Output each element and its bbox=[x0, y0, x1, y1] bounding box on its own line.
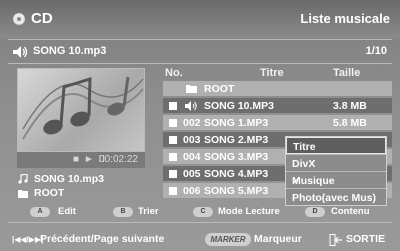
disc-icon bbox=[12, 12, 26, 26]
button-a-key[interactable]: A bbox=[30, 207, 50, 217]
header-title: CD bbox=[31, 10, 53, 27]
now-playing-bar: SONG 10.mp3 1/10 bbox=[0, 42, 400, 62]
row-number: 006 bbox=[183, 185, 201, 197]
divider bbox=[8, 63, 392, 64]
row-checkbox[interactable] bbox=[169, 119, 177, 127]
row-title: SONG 1.MP3 bbox=[204, 117, 269, 129]
row-title: SONG 4.MP3 bbox=[204, 168, 269, 180]
menu-item-photo[interactable]: Photo(avec Mus) bbox=[286, 188, 386, 205]
menu-item-label: Photo(avec Mus) bbox=[292, 192, 377, 204]
button-b-key[interactable]: B bbox=[113, 207, 133, 217]
track-info-folder-name: ROOT bbox=[34, 187, 65, 199]
button-d-label: Contenu bbox=[331, 206, 370, 217]
track-info-song: SONG 10.mp3 bbox=[18, 172, 104, 186]
list-item-root[interactable]: ROOT bbox=[163, 81, 392, 96]
menu-item-divx[interactable]: DivX bbox=[286, 154, 386, 171]
screen: CD Liste musicale SONG 10.mp3 1/10 ■ ► I… bbox=[0, 0, 400, 251]
nav-hint: Précédent/Page suivante bbox=[40, 233, 165, 245]
list-title: Liste musicale bbox=[300, 11, 390, 26]
row-title: SONG 5.MP3 bbox=[204, 185, 269, 197]
table-row[interactable]: 002 SONG 1.MP3 5.8 MB bbox=[163, 115, 392, 130]
list-header: No. Titre Taille bbox=[163, 67, 392, 79]
track-count: 1/10 bbox=[365, 45, 387, 57]
row-size: 3.8 MB bbox=[333, 100, 367, 112]
elapsed-time: 00:02:22 bbox=[99, 154, 138, 165]
header: CD Liste musicale bbox=[0, 0, 400, 38]
marker-label: Marqueur bbox=[254, 233, 302, 245]
button-a-label: Edit bbox=[58, 206, 76, 217]
color-button-bar: A Edit B Trier C Mode Lecture D Contenu bbox=[8, 206, 392, 219]
music-notes-image bbox=[22, 76, 144, 140]
speaker-icon bbox=[185, 101, 197, 111]
divider bbox=[8, 39, 392, 40]
row-checkbox[interactable] bbox=[169, 153, 177, 161]
playback-bar: ■ ► II 00:02:22 bbox=[17, 152, 145, 168]
menu-item-label: Titre bbox=[293, 141, 316, 153]
music-note-icon bbox=[18, 174, 28, 184]
row-size: 5.8 MB bbox=[333, 117, 367, 129]
marker-button[interactable]: MARKER bbox=[205, 233, 251, 246]
exit-icon[interactable] bbox=[329, 234, 343, 246]
folder-icon bbox=[18, 189, 28, 198]
menu-item-titre[interactable]: Titre bbox=[286, 137, 386, 154]
track-info-name: SONG 10.mp3 bbox=[34, 173, 105, 185]
table-row[interactable]: SONG 10.MP3 3.8 MB bbox=[163, 98, 392, 113]
menu-item-label: DivX bbox=[292, 158, 316, 170]
row-checkbox[interactable] bbox=[169, 136, 177, 144]
row-number: 003 bbox=[183, 134, 201, 146]
divider bbox=[8, 222, 392, 223]
button-d-key[interactable]: D bbox=[305, 207, 325, 217]
row-title: SONG 2.MP3 bbox=[204, 134, 269, 146]
now-playing-song: SONG 10.mp3 bbox=[33, 45, 107, 57]
speaker-icon bbox=[13, 46, 28, 58]
row-number: 004 bbox=[183, 151, 201, 163]
row-number: 005 bbox=[183, 168, 201, 180]
column-no: No. bbox=[165, 67, 183, 79]
column-size: Taille bbox=[333, 67, 361, 79]
root-label: ROOT bbox=[204, 83, 235, 95]
track-info: SONG 10.mp3 ROOT bbox=[18, 172, 104, 200]
button-c-key[interactable]: C bbox=[193, 207, 213, 217]
music-thumbnail bbox=[17, 68, 145, 152]
button-c-label: Mode Lecture bbox=[218, 206, 280, 217]
row-checkbox[interactable] bbox=[169, 187, 177, 195]
row-checkbox[interactable] bbox=[169, 170, 177, 178]
content-type-menu: Titre DivX Musique ✓ Photo(avec Mus) bbox=[285, 136, 387, 206]
check-icon: ✓ bbox=[292, 175, 301, 187]
footer: |◀◀/▶▶| Précédent/Page suivante MARKER M… bbox=[0, 227, 400, 251]
skip-icon: |◀◀/▶▶| bbox=[12, 235, 44, 244]
folder-icon bbox=[186, 85, 197, 93]
row-title: SONG 3.MP3 bbox=[204, 151, 269, 163]
menu-item-musique[interactable]: Musique ✓ bbox=[286, 171, 386, 188]
row-number: 002 bbox=[183, 117, 201, 129]
column-title: Titre bbox=[260, 67, 284, 79]
track-info-folder: ROOT bbox=[18, 186, 104, 200]
row-checkbox[interactable] bbox=[169, 102, 177, 110]
button-b-label: Trier bbox=[138, 206, 159, 217]
row-title: SONG 10.MP3 bbox=[204, 100, 275, 112]
exit-label: SORTIE bbox=[346, 233, 386, 245]
